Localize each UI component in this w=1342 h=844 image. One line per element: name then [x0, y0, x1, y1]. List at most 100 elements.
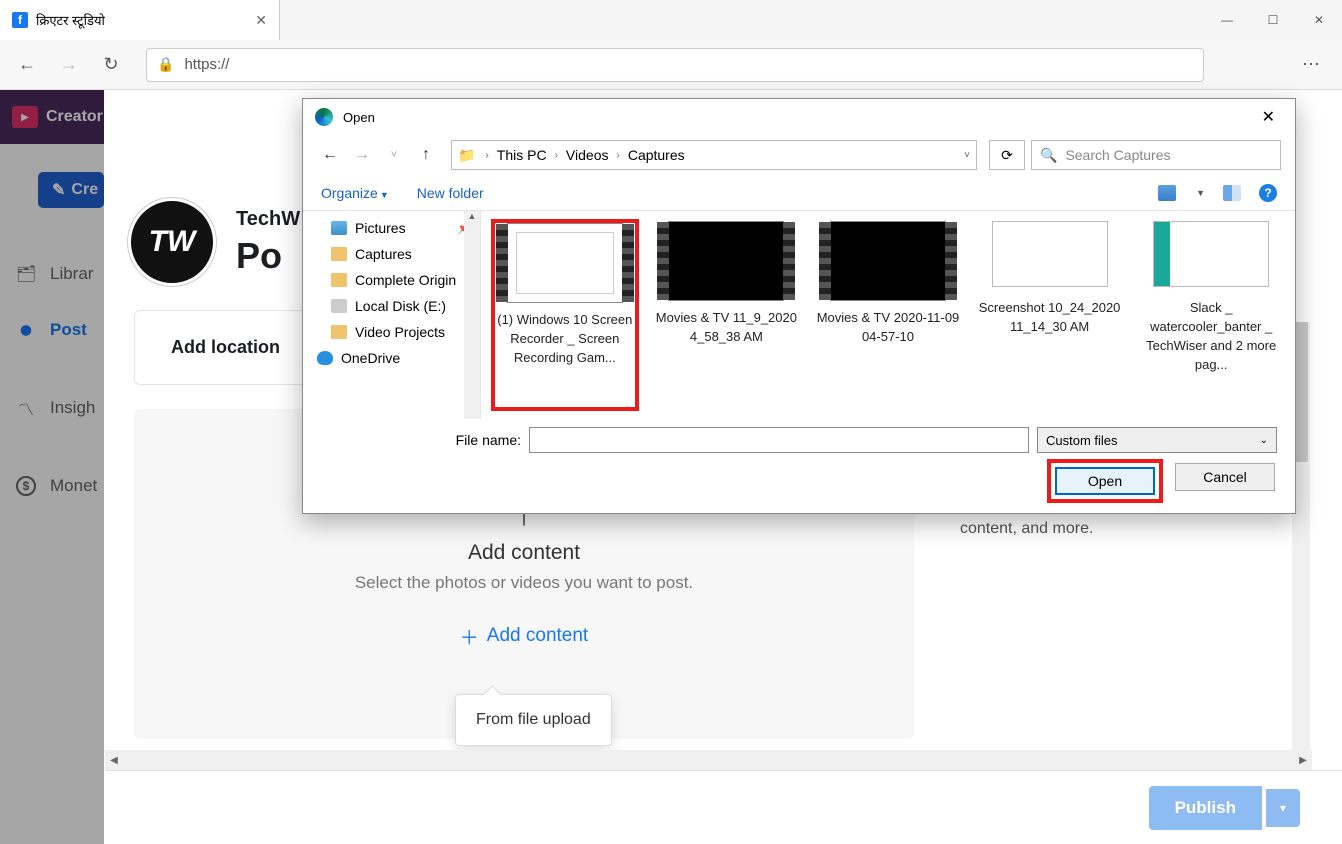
tree-item-disk[interactable]: Local Disk (E:)	[303, 293, 480, 319]
popover-label: From file upload	[476, 711, 591, 728]
video-thumbnail	[507, 223, 623, 303]
tree-item-pictures[interactable]: Pictures📌	[303, 215, 480, 241]
nav-back-button[interactable]: ←	[10, 48, 44, 82]
window-close[interactable]: ✕	[1296, 0, 1342, 40]
view-mode-icon[interactable]	[1158, 185, 1176, 201]
video-thumbnail	[830, 221, 946, 301]
tree-item-folder[interactable]: Video Projects	[303, 319, 480, 345]
image-thumbnail	[1153, 221, 1269, 287]
chevron-down-icon: ⌄	[1260, 435, 1268, 446]
browser-titlebar: f क्रिएटर स्टूडियो ✕ — ☐ ✕	[0, 0, 1342, 40]
upload-subtitle: Select the photos or videos you want to …	[355, 573, 693, 593]
url-text: https://	[184, 56, 229, 73]
open-button[interactable]: Open	[1055, 467, 1155, 495]
onedrive-icon	[317, 351, 333, 365]
preview-pane-icon[interactable]	[1223, 185, 1241, 201]
folder-icon	[331, 273, 347, 287]
upload-popover[interactable]: From file upload	[455, 694, 612, 746]
dialog-back-button[interactable]: ←	[317, 142, 343, 168]
dialog-up-button[interactable]: ↑	[413, 142, 439, 168]
folder-icon	[331, 325, 347, 339]
right-panel-text: content, and more.	[960, 520, 1093, 538]
file-item[interactable]: (1) Windows 10 Screen Recorder _ Screen …	[493, 221, 637, 409]
organize-menu[interactable]: Organize▼	[321, 185, 389, 201]
scroll-right-icon[interactable]: ▶	[1294, 755, 1312, 766]
new-folder-button[interactable]: New folder	[417, 185, 484, 201]
dialog-close-button[interactable]: ✕	[1254, 103, 1283, 131]
file-name: Movies & TV 2020-11-09 04-57-10	[816, 309, 960, 347]
window-controls: — ☐ ✕	[1204, 0, 1342, 40]
composer-footer: Publish ▾	[105, 770, 1342, 844]
file-name: Screenshot 10_24_2020 11_14_30 AM	[978, 299, 1122, 337]
dialog-nav-row: ← → ˅ ↑ 📁 › This PC › Videos › Captures …	[303, 135, 1295, 175]
add-content-link[interactable]: ＋ Add content	[460, 623, 588, 650]
dialog-toolbar: Organize▼ New folder ▼ ?	[303, 175, 1295, 211]
file-name-label: File name:	[321, 432, 521, 448]
browser-menu-button[interactable]: ⋯	[1292, 45, 1332, 85]
tree-item-folder[interactable]: Captures	[303, 241, 480, 267]
horizontal-scrollbar[interactable]: ◀ ▶	[105, 750, 1312, 770]
dialog-title: Open	[343, 110, 375, 125]
chevron-down-icon: ▼	[380, 190, 389, 200]
chevron-down-icon[interactable]: ▼	[1196, 188, 1205, 198]
dialog-file-grid: (1) Windows 10 Screen Recorder _ Screen …	[481, 211, 1295, 419]
file-type-filter[interactable]: Custom files ⌄	[1037, 427, 1277, 453]
window-maximize[interactable]: ☐	[1250, 0, 1296, 40]
dialog-titlebar: Open ✕	[303, 99, 1295, 135]
pictures-icon	[331, 221, 347, 235]
breadcrumb-segment[interactable]: Captures	[628, 147, 685, 163]
composer-heading: Po	[236, 235, 300, 277]
add-content-label: Add content	[487, 625, 588, 647]
folder-icon	[331, 247, 347, 261]
edge-icon	[315, 108, 333, 126]
dialog-refresh-button[interactable]: ⟳	[989, 140, 1025, 170]
dialog-history-button[interactable]: ˅	[381, 142, 407, 168]
nav-forward-button: →	[52, 48, 86, 82]
page-avatar: TW	[128, 198, 216, 286]
file-name: Movies & TV 11_9_2020 4_58_38 AM	[655, 309, 799, 347]
breadcrumb-segment[interactable]: Videos	[566, 147, 609, 163]
scrollbar-thumb[interactable]	[1294, 322, 1308, 462]
chevron-right-icon: ›	[616, 150, 619, 161]
address-bar[interactable]: 🔒 https://	[146, 48, 1204, 82]
file-item[interactable]: Screenshot 10_24_2020 11_14_30 AM	[978, 221, 1122, 409]
image-thumbnail	[992, 221, 1108, 287]
help-icon[interactable]: ?	[1259, 184, 1277, 202]
chevron-right-icon: ›	[555, 150, 558, 161]
breadcrumb-segment[interactable]: This PC	[497, 147, 547, 163]
tree-item-onedrive[interactable]: OneDrive	[303, 345, 480, 371]
file-name-input[interactable]	[529, 427, 1029, 453]
tab-close-icon[interactable]: ✕	[255, 12, 267, 29]
cancel-button[interactable]: Cancel	[1175, 463, 1275, 491]
lock-icon: 🔒	[157, 56, 174, 73]
modal-backdrop	[0, 90, 104, 844]
tab-title: क्रिएटर स्टूडियो	[36, 11, 105, 29]
dialog-search-input[interactable]: 🔍 Search Captures	[1031, 140, 1281, 170]
file-item[interactable]: Slack _ watercooler_banter _ TechWiser a…	[1139, 221, 1283, 409]
facebook-icon: f	[12, 12, 28, 28]
file-item[interactable]: Movies & TV 2020-11-09 04-57-10	[816, 221, 960, 409]
tree-scrollbar[interactable]: ▲	[464, 211, 480, 419]
dialog-breadcrumb[interactable]: 📁 › This PC › Videos › Captures ˅	[451, 140, 977, 170]
scroll-up-icon[interactable]: ▲	[464, 211, 480, 221]
file-open-dialog: Open ✕ ← → ˅ ↑ 📁 › This PC › Videos › Ca…	[302, 98, 1296, 514]
publish-button[interactable]: Publish	[1149, 786, 1262, 830]
file-name: (1) Windows 10 Screen Recorder _ Screen …	[493, 311, 637, 368]
publish-dropdown-button[interactable]: ▾	[1266, 789, 1300, 827]
page-name: TechW	[236, 208, 300, 231]
browser-tab[interactable]: f क्रिएटर स्टूडियो ✕	[0, 0, 280, 40]
dialog-folder-tree[interactable]: Pictures📌 Captures Complete Origin Local…	[303, 211, 481, 419]
nav-refresh-button[interactable]: ↻	[94, 48, 128, 82]
window-minimize[interactable]: —	[1204, 0, 1250, 40]
folder-icon: 📁	[458, 147, 475, 164]
open-button-highlight: Open	[1051, 463, 1159, 499]
upload-title: Add content	[468, 541, 580, 565]
tree-item-folder[interactable]: Complete Origin	[303, 267, 480, 293]
breadcrumb-dropdown-icon[interactable]: ˅	[964, 150, 970, 161]
file-item[interactable]: Movies & TV 11_9_2020 4_58_38 AM	[655, 221, 799, 409]
plus-icon: ＋	[460, 623, 479, 650]
search-placeholder: Search Captures	[1065, 147, 1170, 163]
chevron-right-icon: ›	[485, 150, 488, 161]
dialog-bottom: File name: Custom files ⌄ Open Cancel	[303, 419, 1295, 513]
scroll-left-icon[interactable]: ◀	[105, 755, 123, 766]
